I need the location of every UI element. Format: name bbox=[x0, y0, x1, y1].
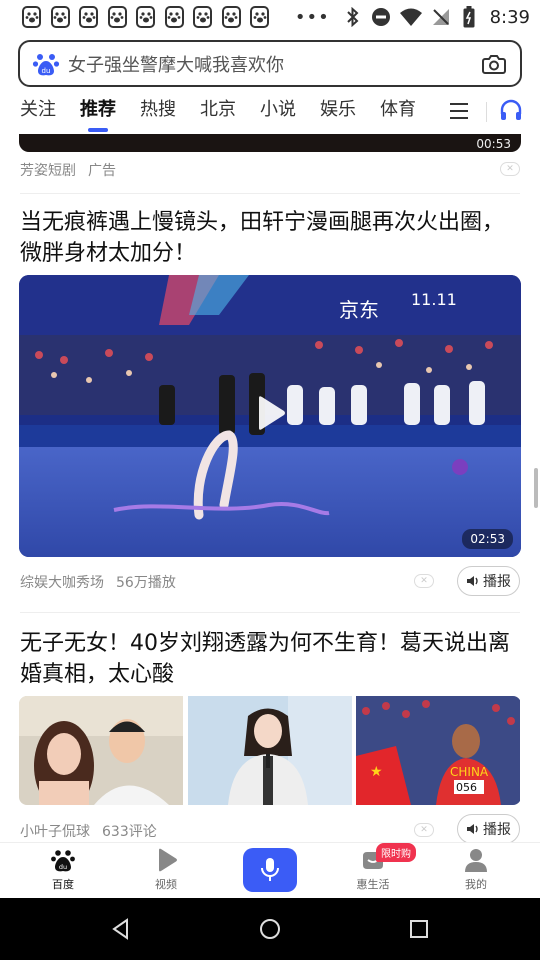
video-duration: 02:53 bbox=[462, 529, 513, 549]
couple-photo bbox=[19, 696, 183, 805]
user-icon bbox=[465, 849, 487, 872]
limited-sale-badge: 限时购 bbox=[376, 843, 416, 862]
play-count: 56万播放 bbox=[116, 575, 176, 591]
svg-text:du: du bbox=[42, 67, 51, 75]
system-navigation-bar bbox=[0, 898, 540, 960]
dnd-icon bbox=[371, 6, 391, 28]
baidu-notification-icon bbox=[221, 6, 241, 28]
dismiss-icon[interactable]: ✕ bbox=[414, 823, 434, 837]
baidu-notification-icon bbox=[79, 6, 99, 28]
jersey-number: 056 bbox=[456, 781, 477, 794]
tab-tiyu[interactable]: 体育 bbox=[380, 92, 416, 134]
nav-home-label: 百度 bbox=[52, 878, 74, 891]
nav-home[interactable]: du 百度 bbox=[33, 847, 93, 892]
previous-video-thumbnail[interactable]: 00:53 bbox=[19, 134, 521, 152]
speaker-photo bbox=[187, 696, 352, 805]
article-image[interactable] bbox=[187, 696, 353, 805]
nav-mine[interactable]: 我的 bbox=[446, 847, 506, 892]
baidu-notification-icon bbox=[107, 6, 127, 28]
wifi-icon bbox=[400, 6, 423, 28]
play-icon[interactable] bbox=[255, 395, 287, 431]
nav-life-label: 惠生活 bbox=[356, 878, 390, 891]
nav-video[interactable]: 视频 bbox=[136, 847, 196, 892]
no-signal-icon bbox=[431, 6, 451, 28]
baidu-notification-icon bbox=[164, 6, 184, 28]
tab-resou[interactable]: 热搜 bbox=[140, 92, 176, 134]
channel-tabs: 关注 推荐 热搜 北京 小说 娱乐 体育 bbox=[0, 92, 540, 134]
previous-item-meta: 芳姿短剧 广告 bbox=[20, 160, 128, 180]
svg-text:★: ★ bbox=[370, 764, 383, 780]
battery-icon bbox=[460, 6, 478, 28]
broadcast-label: 播报 bbox=[483, 822, 511, 838]
voice-search-button[interactable] bbox=[243, 848, 297, 892]
back-icon[interactable] bbox=[110, 918, 132, 940]
baidu-notification-icon bbox=[22, 6, 42, 28]
dismiss-icon[interactable]: ✕ bbox=[500, 162, 520, 176]
broadcast-label: 播报 bbox=[483, 574, 511, 590]
menu-icon[interactable] bbox=[450, 102, 472, 120]
nav-video-label: 视频 bbox=[155, 878, 177, 891]
tab-separator bbox=[486, 102, 487, 122]
broadcast-button[interactable]: 播报 bbox=[457, 566, 520, 596]
article-meta: 小叶子侃球 633评论 bbox=[20, 821, 169, 841]
article-image-row[interactable]: ★ CHINA 056 bbox=[19, 696, 521, 805]
ad-tag: 广告 bbox=[88, 163, 116, 179]
article-title[interactable]: 无子无女！40岁刘翔透露为何不生育！葛天说出离婚真相，太心酸 bbox=[20, 628, 520, 690]
tab-yule[interactable]: 娱乐 bbox=[320, 92, 356, 134]
jd-logo-text: 京东 bbox=[339, 298, 379, 322]
article-meta: 综娱大咖秀场 56万播放 bbox=[20, 572, 188, 592]
source-name[interactable]: 小叶子侃球 bbox=[20, 821, 90, 841]
video-thumbnail[interactable]: 京东 11.11 02:53 bbox=[19, 275, 521, 557]
article-image[interactable]: ★ CHINA 056 bbox=[356, 696, 521, 805]
headset-icon[interactable] bbox=[498, 98, 524, 124]
search-input[interactable] bbox=[68, 53, 480, 74]
video-play-icon bbox=[159, 848, 177, 872]
baidu-paw-icon: du bbox=[51, 850, 75, 872]
athlete-photo: ★ CHINA 056 bbox=[356, 696, 521, 805]
baidu-logo-icon: du bbox=[32, 53, 60, 75]
tab-xiaoshuo[interactable]: 小说 bbox=[260, 92, 296, 134]
tab-beijing[interactable]: 北京 bbox=[200, 92, 236, 134]
baidu-notification-icon bbox=[136, 6, 156, 28]
article-image[interactable] bbox=[19, 696, 184, 805]
comment-count: 633评论 bbox=[102, 824, 157, 840]
camera-icon[interactable] bbox=[480, 50, 508, 78]
article-title[interactable]: 当无痕裤遇上慢镜头，田轩宁漫画腿再次火出圈，微胖身材太加分！ bbox=[20, 207, 520, 269]
status-bar: ••• 8:39 bbox=[0, 0, 540, 34]
divider bbox=[20, 193, 520, 194]
home-icon[interactable] bbox=[259, 918, 281, 940]
tab-tuijian[interactable]: 推荐 bbox=[80, 92, 116, 134]
bluetooth-icon bbox=[344, 6, 362, 28]
baidu-notification-icon bbox=[193, 6, 213, 28]
dismiss-icon[interactable]: ✕ bbox=[414, 574, 434, 588]
jersey-text: CHINA bbox=[450, 765, 489, 779]
speaker-icon bbox=[467, 824, 478, 834]
baidu-notification-icon bbox=[250, 6, 270, 28]
video-duration: 00:53 bbox=[476, 137, 511, 151]
svg-text:du: du bbox=[59, 863, 67, 871]
microphone-icon bbox=[261, 858, 279, 881]
double-eleven-text: 11.11 bbox=[411, 290, 457, 309]
baidu-notification-icon bbox=[50, 6, 70, 28]
scrollbar[interactable] bbox=[534, 468, 538, 508]
source-name[interactable]: 综娱大咖秀场 bbox=[20, 572, 104, 592]
nav-mine-label: 我的 bbox=[465, 878, 487, 891]
tab-guanzhu[interactable]: 关注 bbox=[20, 92, 56, 134]
bottom-nav: du 百度 视频 惠生活 限时购 我的 bbox=[0, 842, 540, 898]
search-bar[interactable]: du bbox=[18, 40, 522, 87]
more-notifications: ••• bbox=[294, 6, 330, 28]
clock: 8:39 bbox=[489, 6, 530, 28]
divider bbox=[20, 612, 520, 613]
broadcast-button[interactable]: 播报 bbox=[457, 814, 520, 844]
source-name[interactable]: 芳姿短剧 bbox=[20, 160, 76, 180]
recents-icon[interactable] bbox=[409, 918, 429, 940]
speaker-icon bbox=[467, 576, 478, 586]
